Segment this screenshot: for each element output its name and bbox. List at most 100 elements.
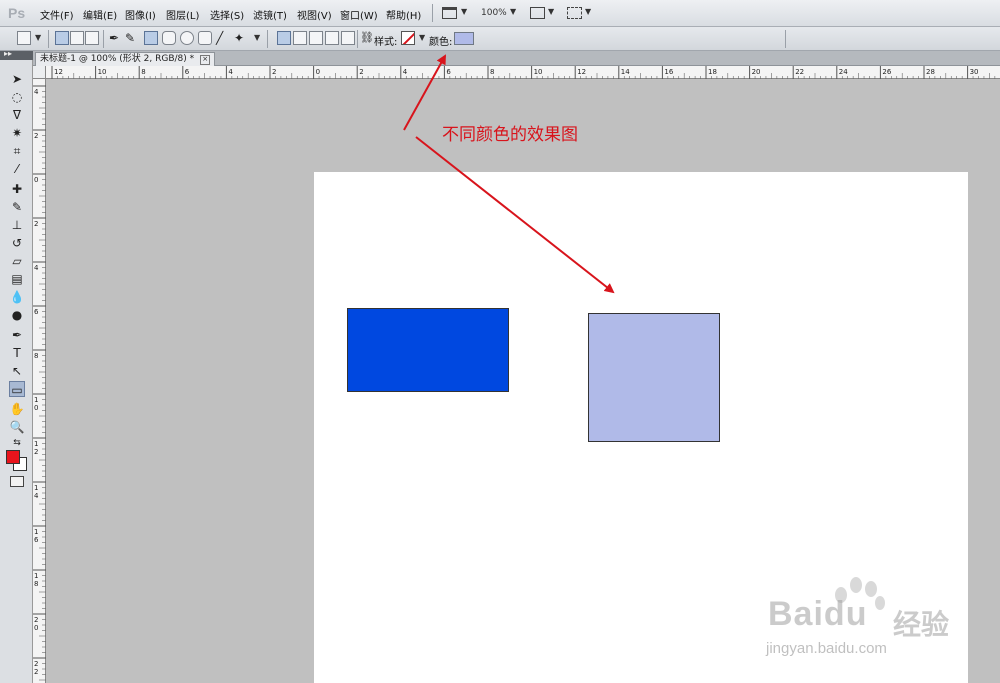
ruler-origin[interactable] <box>33 66 46 79</box>
create-new-shape-layer-button[interactable] <box>277 31 291 45</box>
link-icon[interactable]: ⛓ <box>360 31 374 45</box>
options-separator <box>48 30 49 48</box>
hand-tool-icon[interactable]: ✋ <box>9 401 25 417</box>
eyedropper-icon[interactable]: ⁄ <box>9 161 25 177</box>
ruler-tick-label: 8 <box>490 68 494 76</box>
ruler-tick-label: 6 <box>446 68 451 76</box>
foreground-color-swatch[interactable] <box>6 450 20 464</box>
options-separator <box>785 30 786 48</box>
chevron-down-icon[interactable]: ▼ <box>254 33 260 42</box>
rectangle-tool-icon[interactable]: ▭ <box>9 381 25 397</box>
chevron-down-icon[interactable]: ▼ <box>585 7 591 16</box>
add-to-shape-area-button[interactable] <box>293 31 307 45</box>
launch-bridge-icon[interactable] <box>442 7 457 19</box>
options-bar: ▼ ✒ ✎ ╱ ✦ ▼ ⛓ 样式: ▼ 颜色: <box>0 27 1000 51</box>
horizontal-ruler[interactable]: 12 10 8 6 4 2 0 2 4 6 8 10 12 14 16 18 20 22 24 26 28 30 <box>46 66 1000 79</box>
rectangle-tool-button[interactable] <box>144 31 158 45</box>
collapse-icon[interactable]: ▸▸ <box>4 49 12 58</box>
watermark-brand: Baidu <box>768 595 868 633</box>
arrange-documents-icon[interactable] <box>530 7 545 19</box>
ruler-tick-label: 0 <box>316 68 320 76</box>
ruler-tick-label: 1 <box>34 396 38 404</box>
blue-rectangle-shape[interactable] <box>347 308 509 392</box>
fill-pixels-button[interactable] <box>85 31 99 45</box>
ruler-tick-label: 20 <box>752 68 761 76</box>
chevron-down-icon[interactable]: ▼ <box>419 33 425 42</box>
menu-window[interactable]: 窗口(W) <box>340 7 378 22</box>
ruler-tick-label: 2 <box>359 68 363 76</box>
dodge-tool-icon[interactable]: ● <box>9 307 25 323</box>
menu-view[interactable]: 视图(V) <box>297 7 332 22</box>
pen-tool-icon[interactable]: ✒ <box>9 327 25 343</box>
horizontal-ruler-ticks: 12 10 8 6 4 2 0 2 4 6 8 10 12 14 16 18 20 22 24 26 28 30 <box>51 66 996 79</box>
path-selection-icon[interactable]: ↖ <box>9 363 25 379</box>
color-swatch[interactable] <box>454 32 474 45</box>
light-blue-square-shape[interactable] <box>588 313 720 442</box>
move-tool-icon[interactable]: ➤ <box>9 71 25 87</box>
custom-shape-icon[interactable]: ✦ <box>234 31 248 45</box>
menu-separator <box>432 4 433 22</box>
blur-tool-icon[interactable]: 💧 <box>9 289 25 305</box>
brush-tool-icon[interactable]: ✎ <box>9 199 25 215</box>
swap-colors-icon[interactable]: ⇆ <box>9 435 25 451</box>
polygon-tool-button[interactable] <box>198 31 212 45</box>
gradient-tool-icon[interactable]: ▤ <box>9 271 25 287</box>
line-tool-icon[interactable]: ╱ <box>216 31 230 45</box>
ruler-tick-label: 28 <box>926 68 935 76</box>
menu-image[interactable]: 图像(I) <box>125 7 156 22</box>
ruler-tick-label: 2 <box>272 68 276 76</box>
ruler-tick-label: 18 <box>708 68 717 76</box>
menu-help[interactable]: 帮助(H) <box>386 7 421 22</box>
rounded-rectangle-tool-button[interactable] <box>162 31 176 45</box>
document-tab-bar: 未标题-1 @ 100% (形状 2, RGB/8) * × <box>33 51 1000 66</box>
magic-wand-icon[interactable]: ✷ <box>9 125 25 141</box>
photoshop-logo: Ps <box>8 5 26 21</box>
chevron-down-icon[interactable]: ▼ <box>510 7 516 16</box>
pen-tool-icon[interactable]: ✒ <box>109 31 123 45</box>
quick-mask-icon[interactable] <box>10 476 24 487</box>
healing-brush-icon[interactable]: ✚ <box>9 181 25 197</box>
type-tool-icon[interactable]: T <box>9 345 25 361</box>
watermark-url: jingyan.baidu.com <box>766 640 887 657</box>
tools-panel-header[interactable]: ▸▸ <box>0 49 33 60</box>
marquee-tool-icon[interactable]: ◌ <box>9 89 25 105</box>
menu-filter[interactable]: 滤镜(T) <box>253 7 287 22</box>
shape-layers-button[interactable] <box>55 31 69 45</box>
subtract-from-shape-area-button[interactable] <box>309 31 323 45</box>
freeform-pen-icon[interactable]: ✎ <box>125 31 139 45</box>
ruler-tick-label: 2 <box>34 220 38 228</box>
tool-preset-picker[interactable] <box>17 31 31 45</box>
menu-edit[interactable]: 编辑(E) <box>83 7 117 22</box>
close-icon[interactable]: × <box>200 55 211 65</box>
menu-select[interactable]: 选择(S) <box>210 7 244 22</box>
crop-tool-icon[interactable]: ⌗ <box>9 143 25 159</box>
chevron-down-icon[interactable]: ▼ <box>548 7 554 16</box>
ruler-tick-label: 10 <box>534 68 543 76</box>
clone-stamp-icon[interactable]: ⊥ <box>9 217 25 233</box>
zoom-tool-icon[interactable]: 🔍 <box>9 419 25 435</box>
chevron-down-icon[interactable]: ▼ <box>35 33 41 42</box>
menu-bar: Ps 文件(F) 编辑(E) 图像(I) 图层(L) 选择(S) 滤镜(T) 视… <box>0 0 1000 27</box>
chevron-down-icon[interactable]: ▼ <box>461 7 467 16</box>
ellipse-tool-button[interactable] <box>180 31 194 45</box>
lasso-tool-icon[interactable]: ᐁ <box>9 107 25 123</box>
ruler-tick-label: 2 <box>34 448 38 456</box>
ruler-tick-label: 0 <box>34 404 38 412</box>
menu-layer[interactable]: 图层(L) <box>166 7 199 22</box>
options-separator <box>267 30 268 48</box>
eraser-tool-icon[interactable]: ▱ <box>9 253 25 269</box>
intersect-shape-areas-button[interactable] <box>325 31 339 45</box>
style-picker[interactable] <box>401 31 415 45</box>
ruler-tick-label: 22 <box>795 68 804 76</box>
ruler-tick-label: 2 <box>34 668 38 676</box>
history-brush-icon[interactable]: ↺ <box>9 235 25 251</box>
ruler-tick-label: 1 <box>34 484 38 492</box>
ruler-tick-label: 6 <box>34 536 39 544</box>
screen-mode-icon[interactable] <box>567 7 582 19</box>
document-tab[interactable]: 未标题-1 @ 100% (形状 2, RGB/8) * × <box>35 52 216 66</box>
menu-file[interactable]: 文件(F) <box>40 7 74 22</box>
exclude-overlapping-shape-button[interactable] <box>341 31 355 45</box>
paths-button[interactable] <box>70 31 84 45</box>
vertical-ruler[interactable]: 420246810121416182022 <box>33 79 46 683</box>
zoom-level[interactable]: 100% <box>481 8 507 18</box>
